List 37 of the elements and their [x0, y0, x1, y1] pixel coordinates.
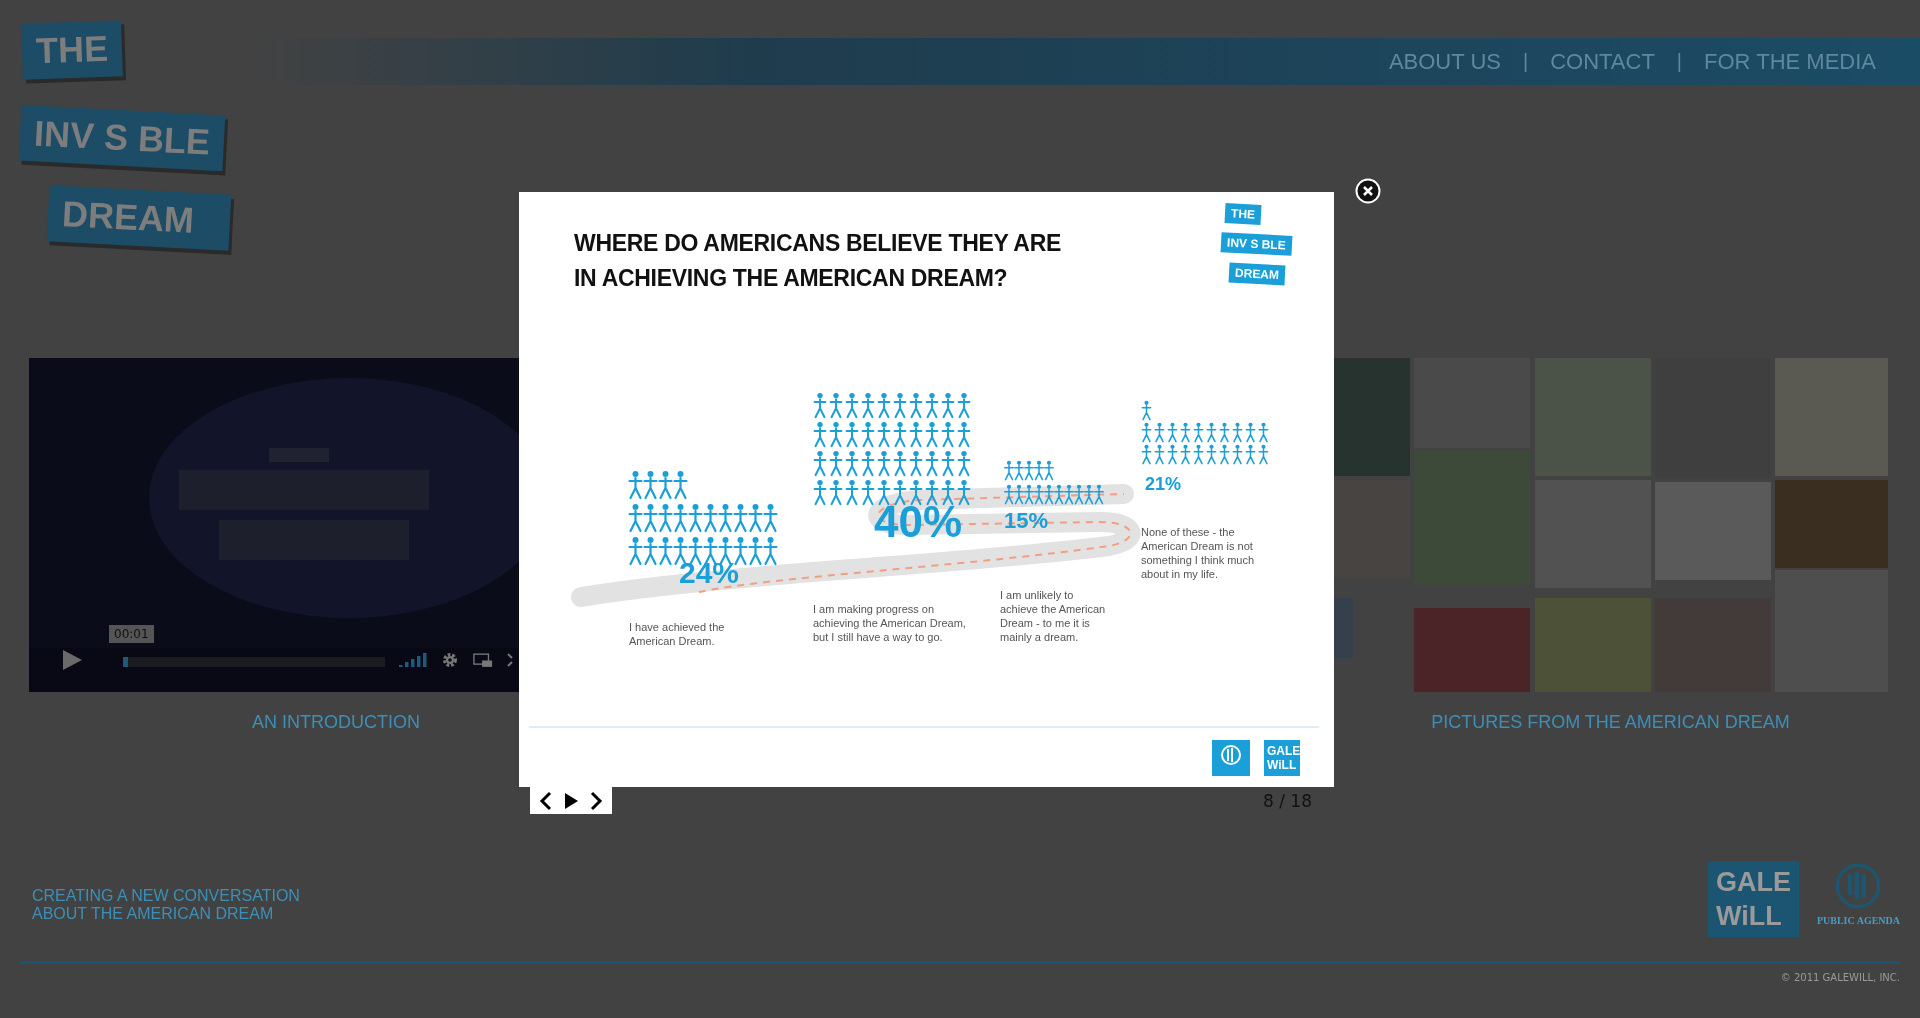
play-icon[interactable]	[564, 790, 578, 811]
picture-in-picture-icon[interactable]	[473, 652, 493, 668]
volume-icon[interactable]	[399, 653, 427, 667]
logo-ribbon: INV S BLE	[1220, 232, 1293, 256]
nav-link[interactable]: CONTACT	[1550, 48, 1655, 75]
answer-text: I am unlikely to achieve the American Dream - to me it is mainly a dream.	[1000, 588, 1106, 644]
logo-ribbon: DREAM	[46, 185, 232, 251]
percent-label: 15%	[1004, 510, 1049, 532]
nav-separator: |	[1676, 50, 1683, 73]
answer-text: I am making progress on achieving the American Dream, but I still have a way to go.	[813, 602, 966, 644]
logo-ribbon: INV S BLE	[18, 104, 226, 172]
settings-icon[interactable]	[441, 651, 459, 669]
close-icon[interactable]	[1355, 178, 1381, 204]
video-player[interactable]: 00:01	[29, 358, 520, 692]
answer-text: I have achieved the American Dream.	[629, 620, 725, 648]
percent-label: 40%	[874, 500, 963, 544]
partner-name: PUBLIC AGENDA	[1816, 915, 1900, 926]
fullscreen-icon[interactable]	[507, 652, 513, 668]
nav-link[interactable]: FOR THE MEDIA	[1704, 48, 1876, 75]
tagline: CREATING A NEW CONVERSATION ABOUT THE AMERICAN DREAM	[32, 887, 300, 923]
logo-ribbon: DREAM	[1228, 262, 1286, 286]
logo-ribbon: THE	[1224, 203, 1262, 225]
copyright: © 2011 GALEWILL, INC.	[1780, 972, 1900, 983]
gallery-caption[interactable]: PICTURES FROM THE AMERICAN DREAM	[1431, 712, 1790, 732]
galewill-logo: GALE WiLL	[1264, 740, 1300, 776]
slide-title: WHERE DO AMERICANS BELIEVE THEY ARE IN ACHIEVING THE AMERICAN DREAM?	[574, 229, 1062, 293]
time-tooltip: 00:01	[109, 625, 154, 643]
percent-label: 24%	[679, 558, 740, 588]
previous-icon[interactable]	[539, 790, 554, 811]
percent-label: 21%	[1145, 475, 1182, 493]
nav-link[interactable]: ABOUT US	[1388, 48, 1501, 75]
video-caption[interactable]: AN INTRODUCTION	[252, 712, 420, 732]
galewill-logo: GALE WiLL	[1707, 861, 1799, 937]
next-icon[interactable]	[588, 790, 603, 811]
answer-text: None of these - the American Dream is not something I think much about in my life.	[1141, 525, 1255, 581]
logo-ribbon: THE	[21, 20, 123, 80]
nav-separator: |	[1522, 50, 1529, 73]
